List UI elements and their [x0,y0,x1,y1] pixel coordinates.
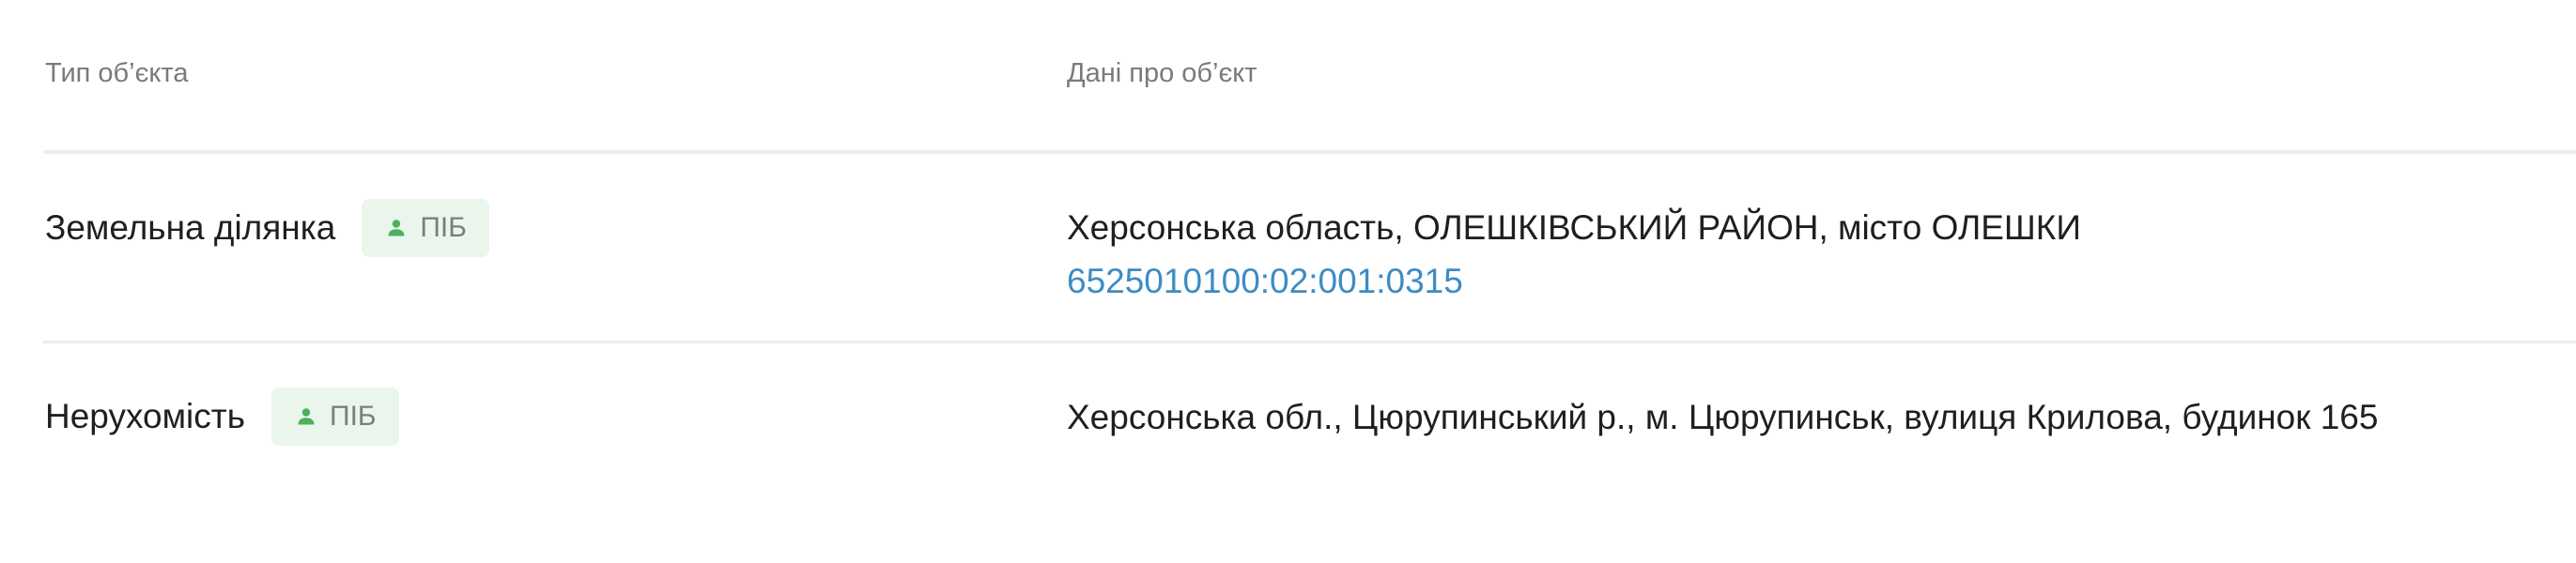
owner-name-badge: ПІБ [362,199,489,257]
person-icon [298,408,315,425]
objects-table: Тип об’єкта Дані про об’єкт Земельна діл… [43,0,2576,522]
table-header: Тип об’єкта Дані про об’єкт [43,0,2576,154]
object-data-cell: Херсонська область, ОЛЕШКІВСЬКИЙ РАЙОН, … [1067,201,2081,308]
badge-label: ПІБ [420,212,467,243]
object-data-cell: Херсонська обл., Цюрупинський р., м. Цюр… [1067,390,2378,445]
object-address: Херсонська обл., Цюрупинський р., м. Цюр… [1067,398,2379,436]
owner-name-badge: ПІБ [271,388,399,446]
object-type-cell: Нерухомість ПІБ [45,388,399,446]
object-type-label: Нерухомість [45,397,246,435]
badge-label: ПІБ [330,401,377,432]
object-address: Херсонська область, ОЛЕШКІВСЬКИЙ РАЙОН, … [1067,208,2081,247]
column-header-object-data: Дані про об’єкт [1067,58,1257,88]
person-icon [388,220,405,236]
object-type-cell: Земельна ділянка ПІБ [45,199,489,257]
object-type-label: Земельна ділянка [45,208,336,247]
column-header-object-type: Тип об’єкта [45,58,189,88]
table-row: Земельна ділянка ПІБ Херсонська область,… [43,154,2576,343]
table-row: Нерухомість ПІБ Херсонська обл., Цюрупин… [43,343,2576,522]
cadastral-number-link[interactable]: 6525010100:02:001:0315 [1067,255,2081,308]
